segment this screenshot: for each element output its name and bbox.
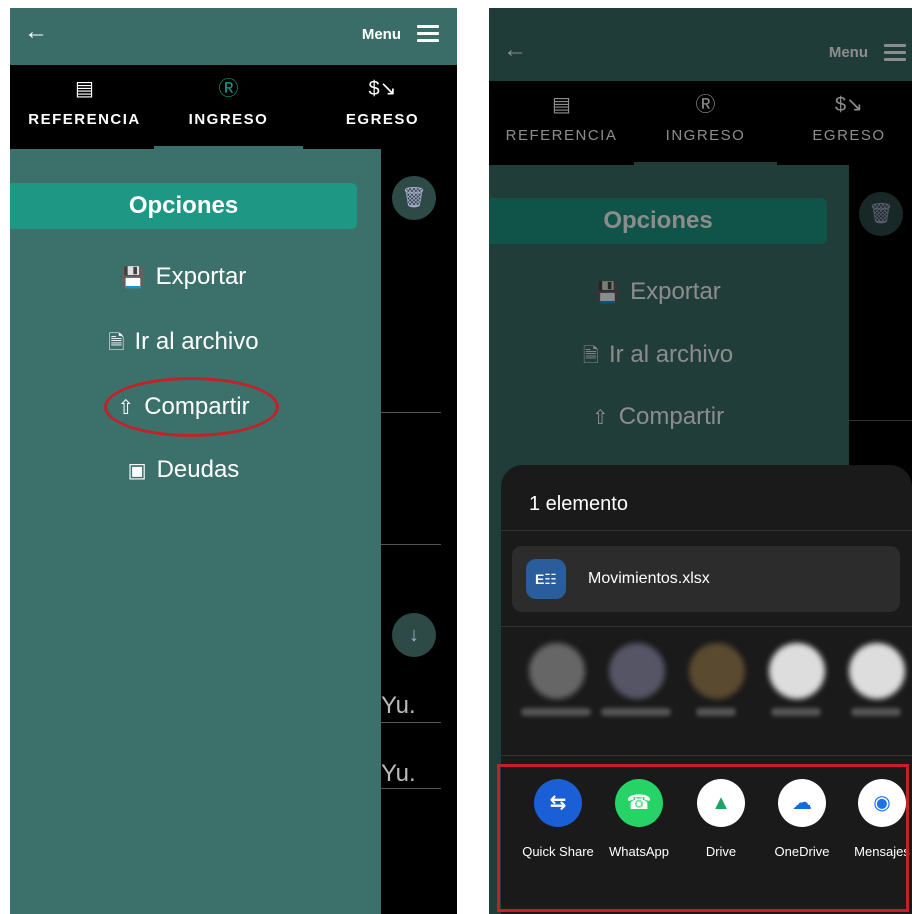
save-icon: 💾 (120, 267, 146, 289)
contact-label (601, 708, 671, 716)
trash-icon[interactable]: 🗑 (392, 176, 436, 220)
menu-label[interactable]: Menu (362, 26, 401, 43)
options-title: Opciones (10, 183, 357, 229)
tab-ingreso[interactable]: Ⓡ INGRESO (154, 65, 303, 149)
tab-egreso[interactable]: $↘ EGRESO (308, 65, 457, 149)
tab-label: REFERENCIA (28, 111, 141, 128)
file-name: Movimientos.xlsx (588, 570, 710, 587)
hamburger-icon[interactable] (417, 25, 439, 46)
contact-label (696, 708, 736, 716)
left-screen: ← Menu ▤ REFERENCIA Ⓡ INGRESO $↘ EGRESO … (10, 8, 457, 914)
option-label: Exportar (155, 263, 247, 290)
divider (501, 755, 912, 756)
divider (381, 544, 441, 545)
highlight-box (497, 764, 909, 912)
option-ir-al-archivo[interactable]: 🗎 Ir al archivo (10, 328, 357, 362)
right-screen: ← Menu ▤ REFERENCIA Ⓡ INGRESO $↘ EGRESO … (489, 8, 912, 914)
option-label: Deudas (156, 456, 240, 483)
divider (381, 722, 441, 723)
contact-avatar[interactable] (849, 643, 905, 699)
contact-avatar[interactable] (529, 643, 585, 699)
back-arrow-icon[interactable]: ← (24, 18, 48, 46)
tab-referencia[interactable]: ▤ REFERENCIA (10, 65, 159, 149)
arrow-down-icon[interactable]: ↓ (392, 613, 436, 657)
dollar-down-icon: $↘ (368, 78, 397, 100)
file-link-icon: 🗎 (108, 332, 125, 354)
divider (381, 412, 441, 413)
highlight-ellipse (104, 377, 279, 437)
contact-avatar[interactable] (689, 643, 745, 699)
app-bar: ← Menu (10, 8, 457, 65)
contact-label (521, 708, 591, 716)
row-text: Yu. (381, 760, 416, 787)
option-exportar[interactable]: 💾 Exportar (10, 263, 357, 291)
contact-avatar[interactable] (769, 643, 825, 699)
share-sheet-title: 1 elemento (529, 493, 628, 515)
contact-label (771, 708, 821, 716)
receipt-icon: ▤ (75, 78, 94, 100)
contact-label (851, 708, 901, 716)
divider (501, 626, 912, 627)
option-label: Ir al archivo (134, 328, 259, 355)
tab-label: EGRESO (345, 111, 420, 128)
option-deudas[interactable]: ▣ Deudas (10, 456, 357, 484)
wallet-icon: ▣ (127, 460, 147, 482)
divider (381, 788, 441, 789)
options-drawer: Opciones 💾 Exportar 🗎 Ir al archivo ⇧ Compa… (10, 149, 381, 914)
divider (501, 530, 912, 531)
shared-file-card: E☷ Movimientos.xlsx (512, 546, 900, 612)
tab-bar: ▤ REFERENCIA Ⓡ INGRESO $↘ EGRESO (10, 65, 457, 149)
excel-icon: E☷ (526, 559, 566, 599)
contact-avatar[interactable] (609, 643, 665, 699)
dollar-circle-icon: Ⓡ (218, 78, 239, 100)
row-text: Yu. (381, 692, 416, 719)
tab-label: INGRESO (188, 111, 269, 128)
